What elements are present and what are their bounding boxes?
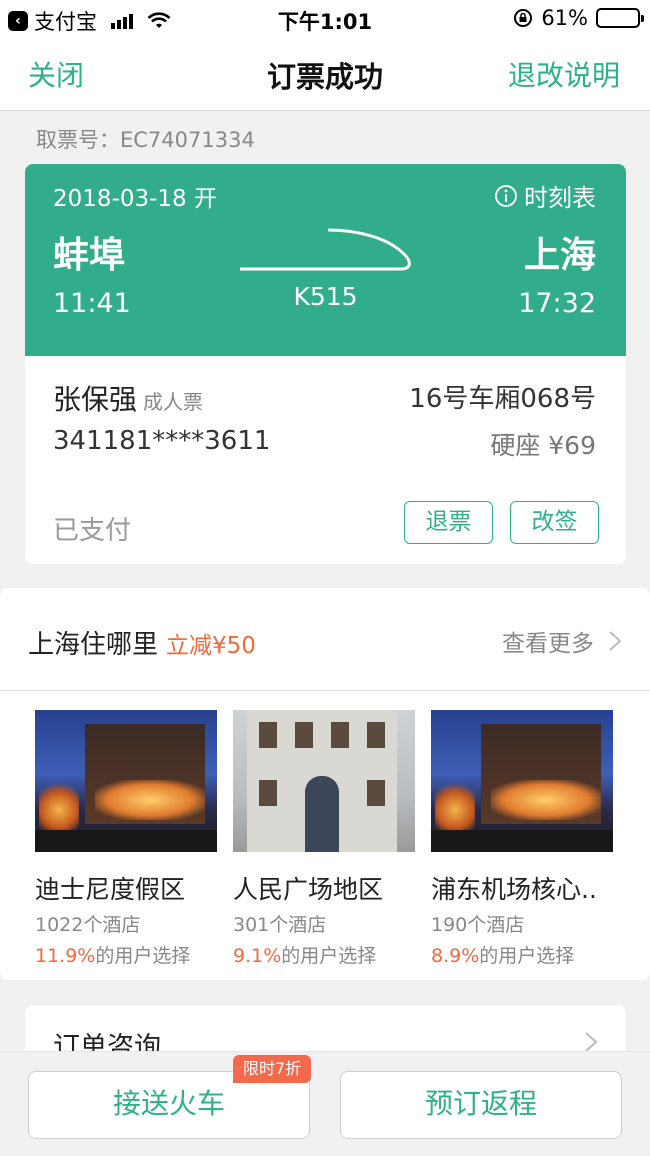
- hotel-image: [233, 710, 415, 852]
- battery-percent: 61%: [541, 6, 588, 30]
- choice-suffix: 的用户选择: [281, 945, 377, 967]
- see-more-link[interactable]: 查看更多: [502, 624, 622, 658]
- hotel-count: 301个酒店: [233, 914, 327, 936]
- bottom-action-bar: 接送火车 限时7折 预订返程: [0, 1051, 650, 1156]
- hotel-card-disney[interactable]: 迪士尼度假区 1022个酒店 11.9%的用户选择: [35, 710, 221, 968]
- seat-number: 16号车厢068号: [409, 384, 596, 414]
- see-more-label: 查看更多: [502, 631, 594, 657]
- seat-price: 硬座 ¥69: [490, 431, 596, 460]
- promo-badge: 限时7折: [233, 1055, 312, 1083]
- hotel-card-peoples-square[interactable]: 人民广场地区 301个酒店 9.1%的用户选择: [233, 710, 419, 968]
- choice-percent: 11.9%: [35, 945, 96, 967]
- hotel-image: [431, 710, 613, 852]
- hotel-choice: 11.9%的用户选择: [35, 941, 221, 968]
- hotel-area-name: 迪士尼度假区: [35, 875, 186, 904]
- hotel-card-pudong-airport[interactable]: 浦东机场核心.. 190个酒店 8.9%的用户选择: [431, 710, 617, 968]
- timetable-link[interactable]: 时刻表: [494, 178, 596, 213]
- hotel-image: [35, 710, 217, 852]
- hotel-section: 上海住哪里 立减¥50 查看更多 迪士尼度假区 1022个酒店 11.9%的用户选…: [0, 588, 650, 980]
- chevron-right-icon: [585, 1032, 598, 1052]
- passenger-name: 张保强: [53, 383, 138, 416]
- info-icon: [495, 184, 517, 207]
- change-ticket-button[interactable]: 改签: [510, 501, 599, 544]
- book-return-button[interactable]: 预订返程: [340, 1071, 622, 1139]
- id-number: 341181****3611: [53, 426, 271, 456]
- status-bar: ‹ 支付宝 下午1:01 61%: [0, 0, 650, 36]
- to-station: 上海: [523, 235, 596, 276]
- train-icon: [240, 228, 411, 271]
- ticket-header: 2018-03-18 开 时刻表 蚌埠 上海 K515 11:41 17:32: [25, 164, 626, 356]
- arrival-time: 17:32: [518, 288, 596, 319]
- timetable-label: 时刻表: [524, 184, 596, 212]
- divider: [0, 690, 650, 691]
- hotel-title-text: 上海住哪里: [28, 630, 159, 660]
- hotel-section-title: 上海住哪里 立减¥50: [28, 624, 256, 661]
- choice-suffix: 的用户选择: [479, 945, 575, 967]
- nav-bar: 关闭 订票成功 退改说明: [0, 36, 650, 111]
- rotation-lock-icon: [514, 9, 533, 27]
- battery-icon: [596, 8, 644, 28]
- passenger: 张保强 成人票: [53, 378, 203, 418]
- from-station: 蚌埠: [53, 235, 126, 276]
- hotel-choice: 9.1%的用户选择: [233, 941, 419, 968]
- hotel-area-name: 人民广场地区: [233, 875, 384, 904]
- chevron-right-icon: [609, 631, 622, 651]
- payment-status: 已支付: [53, 516, 132, 546]
- refund-policy-link[interactable]: 退改说明: [508, 54, 620, 94]
- hotel-choice: 8.9%的用户选择: [431, 941, 617, 968]
- choice-percent: 8.9%: [431, 945, 480, 967]
- choice-percent: 9.1%: [233, 945, 282, 967]
- status-right: 61%: [513, 6, 644, 30]
- hotel-area-name: 浦东机场核心..: [431, 875, 597, 904]
- departure-date: 2018-03-18 开: [53, 186, 217, 212]
- departure-time: 11:41: [53, 288, 131, 319]
- hotel-count: 1022个酒店: [35, 914, 141, 936]
- ticket-card: 2018-03-18 开 时刻表 蚌埠 上海 K515 11:41 17:32 …: [25, 164, 626, 564]
- hotel-discount: 立减¥50: [166, 633, 256, 659]
- pickup-code: 取票号：EC74071334: [36, 128, 255, 152]
- refund-ticket-button[interactable]: 退票: [404, 501, 493, 544]
- hotel-count: 190个酒店: [431, 914, 525, 936]
- ticket-type: 成人票: [143, 390, 204, 414]
- choice-suffix: 的用户选择: [95, 945, 191, 967]
